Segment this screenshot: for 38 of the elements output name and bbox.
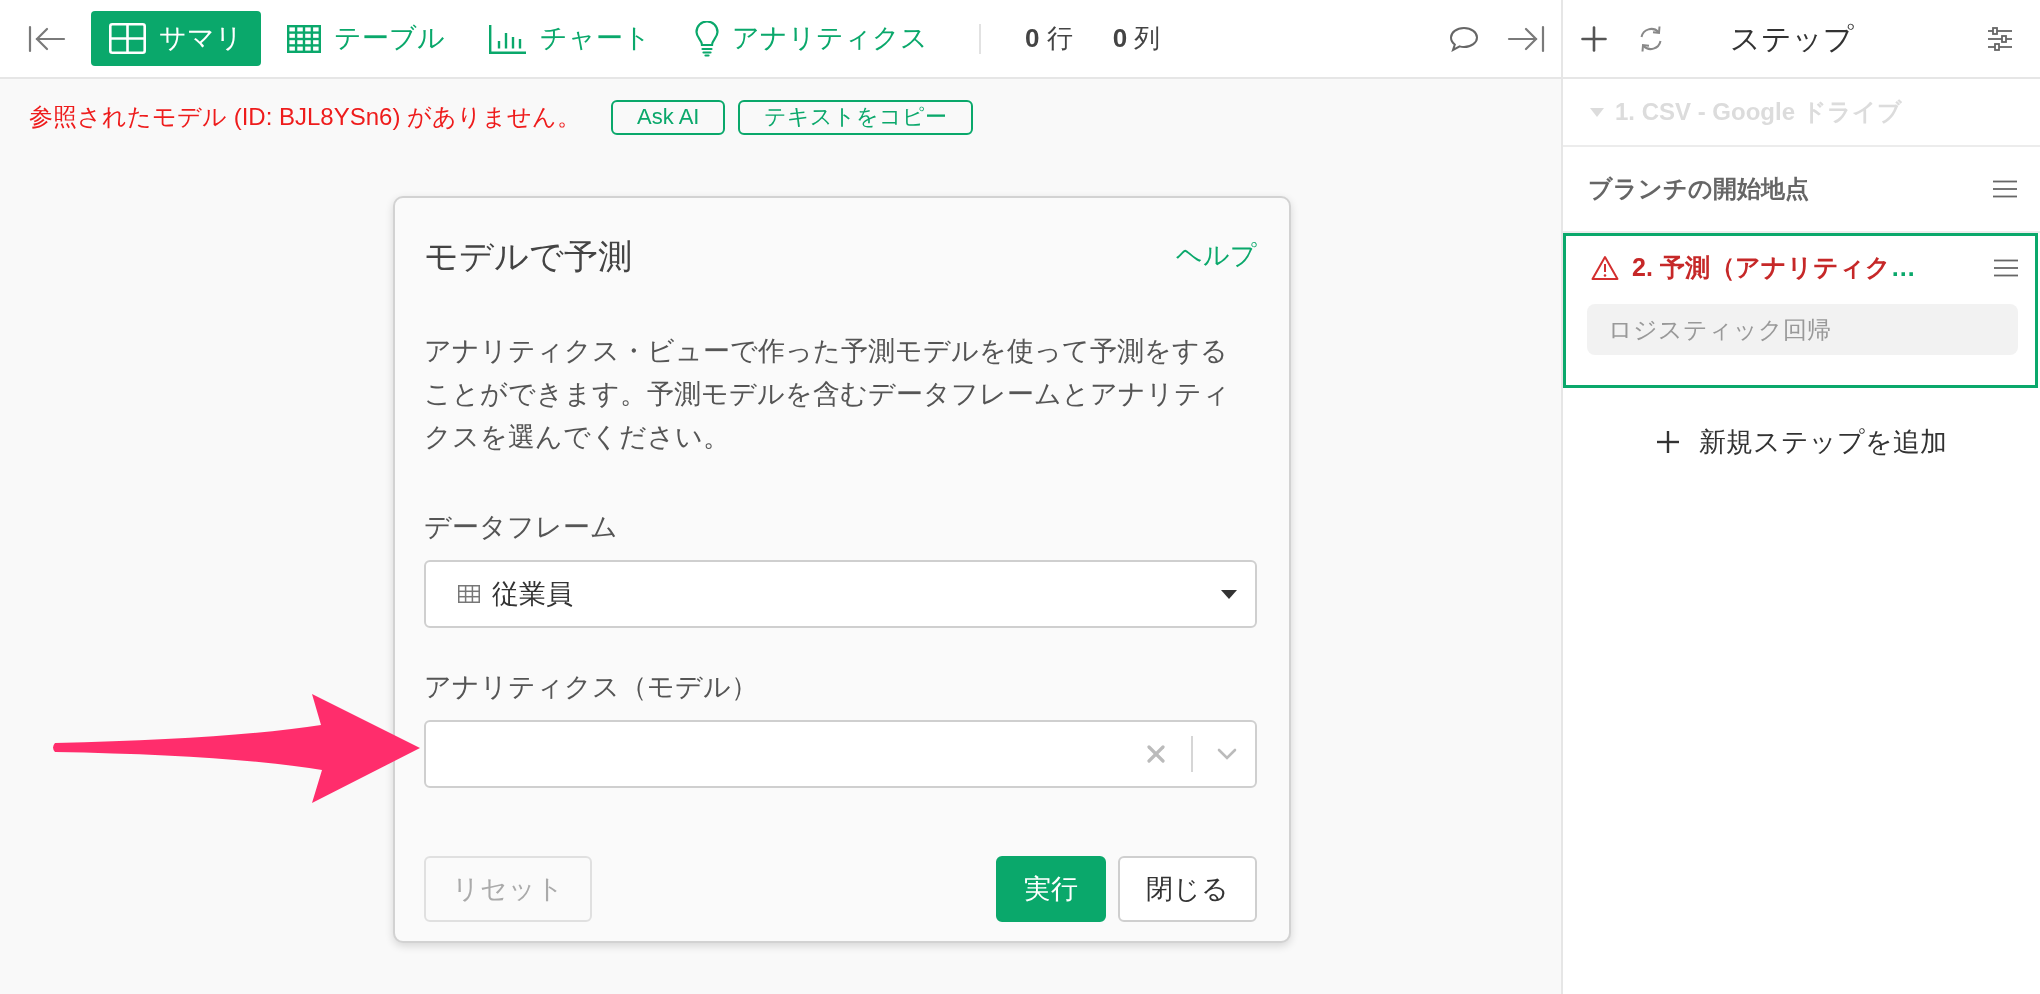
step-title: 2. 予測（アナリティク… [1632,252,1916,284]
menu-icon[interactable] [1994,259,2018,277]
step-card[interactable]: 2. 予測（アナリティク… ロジスティック回帰 [1563,233,2038,388]
step-description: ロジスティック回帰 [1587,304,2018,355]
field-label: データフレーム [424,511,619,544]
sliders-icon[interactable] [1987,26,2013,51]
step-row[interactable]: ブランチの開始地点 [1563,147,2040,233]
copy-text-button[interactable]: テキストをコピー [738,99,974,135]
grid-icon [109,23,146,54]
field-label: アナリティクス（モデル） [424,671,759,704]
bar-chart-icon [489,23,527,54]
plus-icon[interactable] [1581,25,1607,52]
caret-icon [1221,589,1237,599]
count-text: 0 列 [1112,22,1161,55]
collapse-right-icon[interactable] [1507,24,1545,53]
summary-tab[interactable]: サマリ [91,11,261,66]
description-text: アナリティクス・ビューで作った予測モデルを使って予測をすることができます。予測モデルを含むデータフレームとアナリティクスを選んでください。 [424,335,1231,454]
dataframe-select[interactable]: 従業員 [424,560,1257,628]
table-icon [458,585,480,603]
panel-title: ステップ [1730,21,1854,57]
help-link[interactable]: ヘルプ [1176,240,1257,272]
ask-ai-button[interactable]: Ask AI [611,99,726,135]
chart-tab[interactable]: チャート [471,11,669,66]
collapse-left-icon[interactable] [28,24,66,53]
dialog-title: モデルで予測 [424,236,632,277]
run-button[interactable]: 実行 [996,856,1106,922]
table-tab[interactable]: テーブル [269,11,463,66]
count-text: 0 行 [1025,22,1073,55]
analytics-tab[interactable]: アナリティクス [677,11,946,66]
plus-icon [1656,431,1679,453]
table-icon [287,24,321,53]
error-message: 参照されたモデル (ID: BJL8YSn6) がありません。 [29,102,582,132]
close-button[interactable]: 閉じる [1118,856,1257,922]
branch-label: ブランチの開始地点 [1588,174,1809,204]
lightbulb-icon [695,20,719,57]
speech-bubble-icon[interactable] [1449,25,1479,52]
menu-icon[interactable] [1993,180,2017,198]
add-step-button[interactable]: 新規ステップを追加 [1656,421,1947,463]
